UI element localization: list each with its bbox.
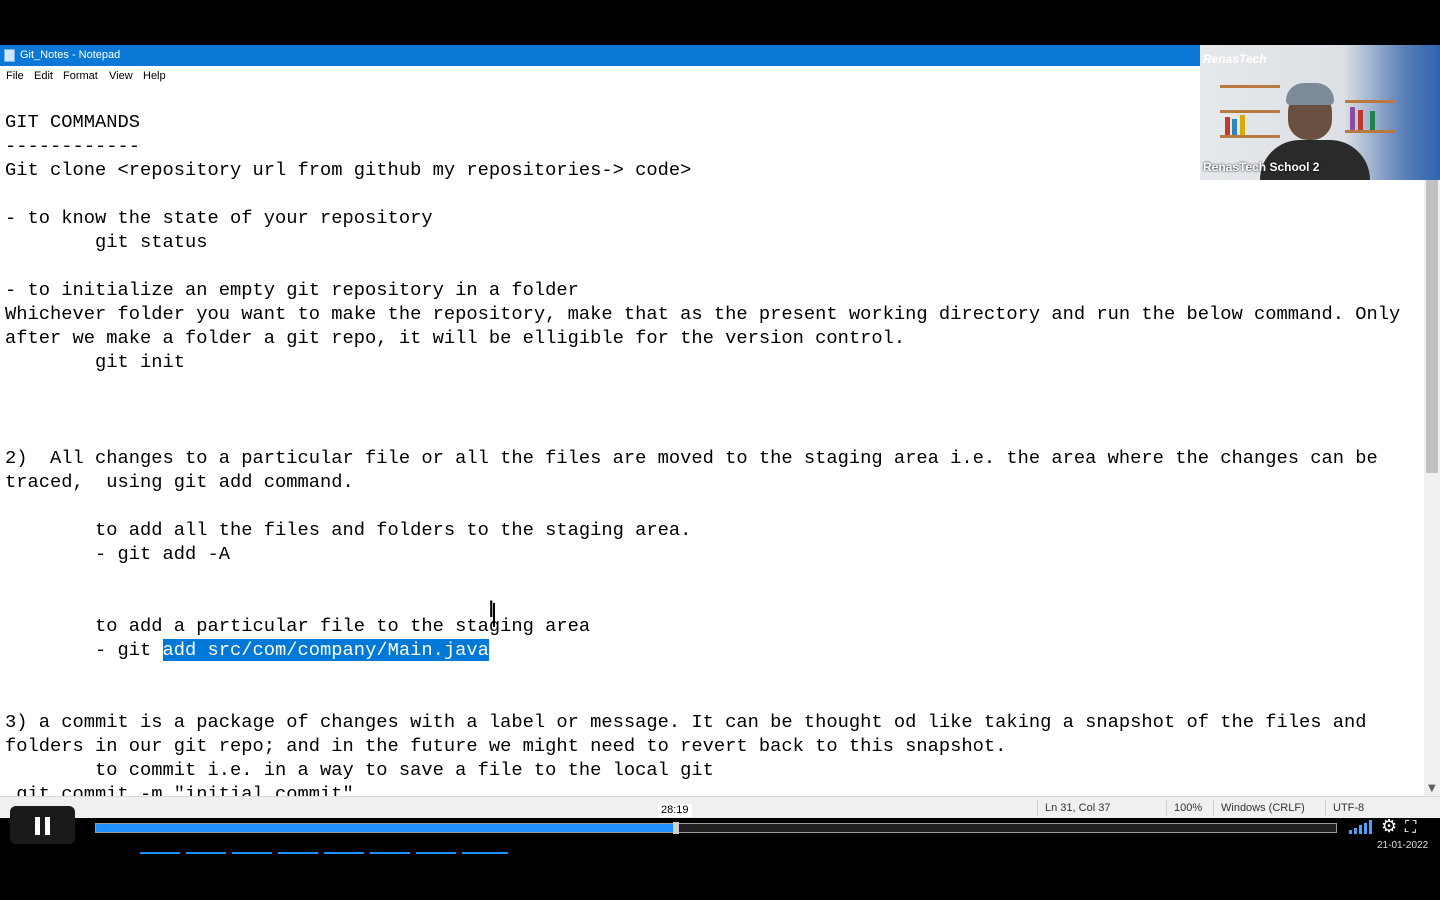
menu-help[interactable]: Help (143, 66, 166, 86)
taskbar-ghost (0, 832, 1440, 856)
editor-line: 2) All changes to a particular file or a… (5, 446, 1378, 470)
editor-line: Whichever folder you want to make the re… (5, 302, 1400, 326)
editor-line: - to know the state of your repository (5, 206, 433, 230)
selected-text: add src/com/company/Main.java (162, 639, 489, 661)
timeline-scrubber[interactable] (673, 822, 679, 834)
fullscreen-icon[interactable]: ⛶ (1405, 818, 1416, 836)
editor-line: folders in our git repo; and in the futu… (5, 734, 1006, 758)
editor-line: GIT COMMANDS (5, 110, 140, 134)
scroll-down-arrow-icon[interactable]: ▼ (1428, 783, 1436, 794)
editor-line-text: 2) All changes to a particular file or a… (5, 447, 1378, 469)
editor-line-text: traced, using git add command. (5, 471, 354, 493)
editor-line: git init (5, 350, 185, 374)
ibeam-cursor-icon: I (488, 598, 495, 623)
editor-line-text: to add all the files and folders to the … (5, 519, 692, 541)
taskbar-date: 21-01-2022 (1377, 840, 1429, 851)
menu-file[interactable]: File (6, 66, 24, 86)
editor-line-text: git status (5, 231, 208, 253)
timeline-progress (96, 824, 676, 832)
editor-line: git commit -m "initial commit" (5, 782, 354, 796)
editor-line: to add all the files and folders to the … (5, 518, 691, 542)
window-title: Git_Notes - Notepad (20, 49, 121, 61)
editor-line-text: to commit i.e. in a way to save a file t… (5, 759, 714, 781)
editor-line-text: - git add -A (5, 543, 231, 565)
editor-line-text: after we make a folder a git repo, it wi… (5, 327, 906, 349)
editor-line: ------------ (5, 134, 140, 158)
editor-line-text: ------------ (5, 135, 141, 157)
menu-edit[interactable]: Edit (34, 66, 53, 86)
editor-line: to add a particular file to the staging … (5, 614, 590, 638)
editor-line-text: - to initialize an empty git repository … (5, 279, 579, 301)
editor-line: after we make a folder a git repo, it wi… (5, 326, 905, 350)
settings-gear-icon[interactable]: ⚙ (1381, 818, 1397, 836)
webcam-overlay: RenasTech RenasTech School 2 (1200, 45, 1440, 180)
editor-line: - git add src/com/company/Main.java (5, 638, 489, 662)
editor-line: - git add -A (5, 542, 230, 566)
editor-line-text: to add a particular file to the staging … (5, 615, 591, 637)
editor-line: - to initialize an empty git repository … (5, 278, 579, 302)
editor-line-text: 3) a commit is a package of changes with… (5, 711, 1367, 733)
editor-line-text: - to know the state of your repository (5, 207, 433, 229)
webcam-brand: RenasTech (1203, 52, 1267, 66)
editor-line-text: GIT COMMANDS (5, 111, 141, 133)
menu-view[interactable]: View (109, 66, 133, 86)
webcam-participant-label: RenasTech School 2 (1203, 160, 1320, 174)
editor-line-text: Whichever folder you want to make the re… (5, 303, 1401, 325)
editor-line: 3) a commit is a package of changes with… (5, 710, 1366, 734)
presenter-hat (1286, 83, 1334, 105)
editor-line-text: - git (5, 639, 163, 661)
letterbox-bottom (0, 860, 1440, 900)
video-timeline[interactable] (95, 822, 1337, 834)
vertical-scrollbar[interactable]: ▼ (1424, 86, 1440, 796)
editor-line: Git clone <repository url from github my… (5, 158, 691, 182)
video-player-controls: 28:19 ⚙ ⛶ 21-01-2022 (0, 800, 1440, 860)
editor-line: to commit i.e. in a way to save a file t… (5, 758, 714, 782)
editor-line-text: folders in our git repo; and in the futu… (5, 735, 1007, 757)
timecode-tooltip: 28:19 (658, 804, 692, 817)
menu-format[interactable]: Format (63, 66, 98, 86)
editor-line-text: Git clone <repository url from github my… (5, 159, 692, 181)
letterbox-top (0, 0, 1440, 45)
editor-line: git status (5, 230, 208, 254)
scrollbar-thumb[interactable] (1426, 178, 1438, 473)
text-editor-area[interactable]: GIT COMMANDS ------------ Git clone <repos… (0, 86, 1424, 796)
editor-line-text: git init (5, 351, 186, 373)
editor-line: traced, using git add command. (5, 470, 354, 494)
notepad-icon (4, 49, 15, 62)
editor-line-text: git commit -m "initial commit" (5, 783, 354, 796)
